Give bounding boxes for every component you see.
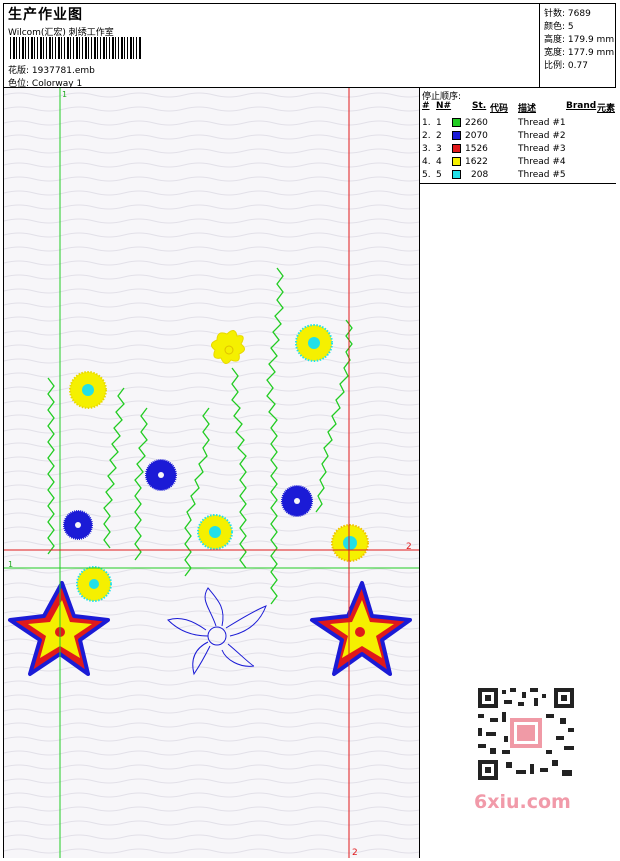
flower-center: [209, 526, 221, 538]
qr-code: [470, 684, 582, 784]
stat-width: 宽度: 177.9 mm: [544, 45, 614, 58]
row-num: 1.: [422, 118, 431, 128]
flower-center: [158, 472, 164, 478]
thread-swatch: [452, 170, 461, 179]
stat-stitches: 针数: 7689: [544, 6, 591, 19]
stat-label: 针数:: [544, 9, 566, 19]
col-header: N#: [436, 101, 452, 111]
starfish-center: [355, 627, 365, 637]
row-num: 5.: [422, 170, 431, 180]
row-num: 3.: [422, 144, 431, 154]
row-n: 5: [436, 170, 442, 180]
header-info: 生产作业图 Wilcom(汇宏) 刺绣工作室 花版: 1937781.emb 色…: [4, 4, 540, 89]
embroidery-canvas: 1 1 2 2: [4, 88, 420, 858]
thread-code: 1622: [465, 157, 488, 167]
row-n: 2: [436, 131, 442, 141]
barcode: [10, 37, 142, 59]
thread-desc: Thread #1: [518, 118, 566, 128]
guide-label: 1: [8, 560, 14, 569]
col-header: Brand: [566, 101, 597, 111]
thread-desc: Thread #2: [518, 131, 566, 141]
col-header: 描述: [518, 104, 537, 114]
thread-swatch: [452, 144, 461, 153]
row-n: 1: [436, 118, 442, 128]
stat-height: 高度: 179.9 mm: [544, 32, 614, 45]
watermark-brand: 6xiu.com: [474, 791, 571, 813]
stat-value: 177.9 mm: [567, 48, 615, 58]
stat-label: 宽度:: [544, 48, 566, 58]
row-n: 4: [436, 157, 442, 167]
stat-label: 比例:: [544, 61, 566, 71]
thread-columns: # N# St. 代码 描述 Brand 元素: [422, 101, 616, 114]
flower-center: [75, 522, 81, 528]
thread-desc: Thread #5: [518, 170, 566, 180]
thread-code: 208: [471, 170, 489, 180]
flower-center: [224, 345, 234, 355]
thread-row: 3. 3 1526 Thread #3: [422, 144, 616, 157]
page-title: 生产作业图: [8, 7, 83, 23]
stat-value: 7689: [567, 9, 591, 19]
col-header: #: [422, 101, 430, 111]
thread-code: 2260: [465, 118, 488, 128]
stat-value: 5: [567, 22, 574, 32]
design-label: 花版:: [8, 66, 30, 76]
thread-row: 5. 5 208 Thread #5: [422, 170, 616, 183]
col-header: 元素: [597, 104, 616, 114]
col-header: 代码: [490, 104, 509, 114]
flower-center: [308, 337, 320, 349]
guide-label: 2: [406, 542, 412, 552]
row-n: 3: [436, 144, 442, 154]
flower-center: [89, 579, 99, 589]
col-header: St.: [472, 101, 487, 111]
panel-divider: [420, 183, 616, 184]
row-num: 2.: [422, 131, 431, 141]
stat-label: 颜色:: [544, 22, 566, 32]
thread-swatch: [452, 131, 461, 140]
guide-label: 2: [352, 848, 358, 858]
thread-row: 2. 2 2070 Thread #2: [422, 131, 616, 144]
guide-label: 1: [62, 90, 68, 99]
thread-desc: Thread #4: [518, 157, 566, 167]
row-num: 4.: [422, 157, 431, 167]
stats-box: 针数: 7689 颜色: 5 高度: 179.9 mm 宽度: 177.9 mm…: [540, 4, 616, 88]
flower-center: [294, 498, 300, 504]
design-file-row: 花版: 1937781.emb: [8, 63, 95, 76]
stat-label: 高度:: [544, 35, 566, 45]
thread-row: 4. 4 1622 Thread #4: [422, 157, 616, 170]
thread-swatch: [452, 157, 461, 166]
embroidery-preview: [4, 88, 419, 858]
thread-code: 2070: [465, 131, 488, 141]
fabric-texture: [4, 88, 419, 858]
flower-center: [82, 384, 94, 396]
thread-code: 1526: [465, 144, 488, 154]
thread-row: 1. 1 2260 Thread #1: [422, 118, 616, 131]
stat-value: 179.9 mm: [567, 35, 615, 45]
stat-scale: 比例: 0.77: [544, 58, 588, 71]
thread-swatch: [452, 118, 461, 127]
flower-center: [343, 536, 357, 550]
design-file: 1937781.emb: [31, 66, 95, 76]
stat-value: 0.77: [567, 61, 588, 71]
stat-colors: 颜色: 5: [544, 19, 574, 32]
thread-desc: Thread #3: [518, 144, 566, 154]
